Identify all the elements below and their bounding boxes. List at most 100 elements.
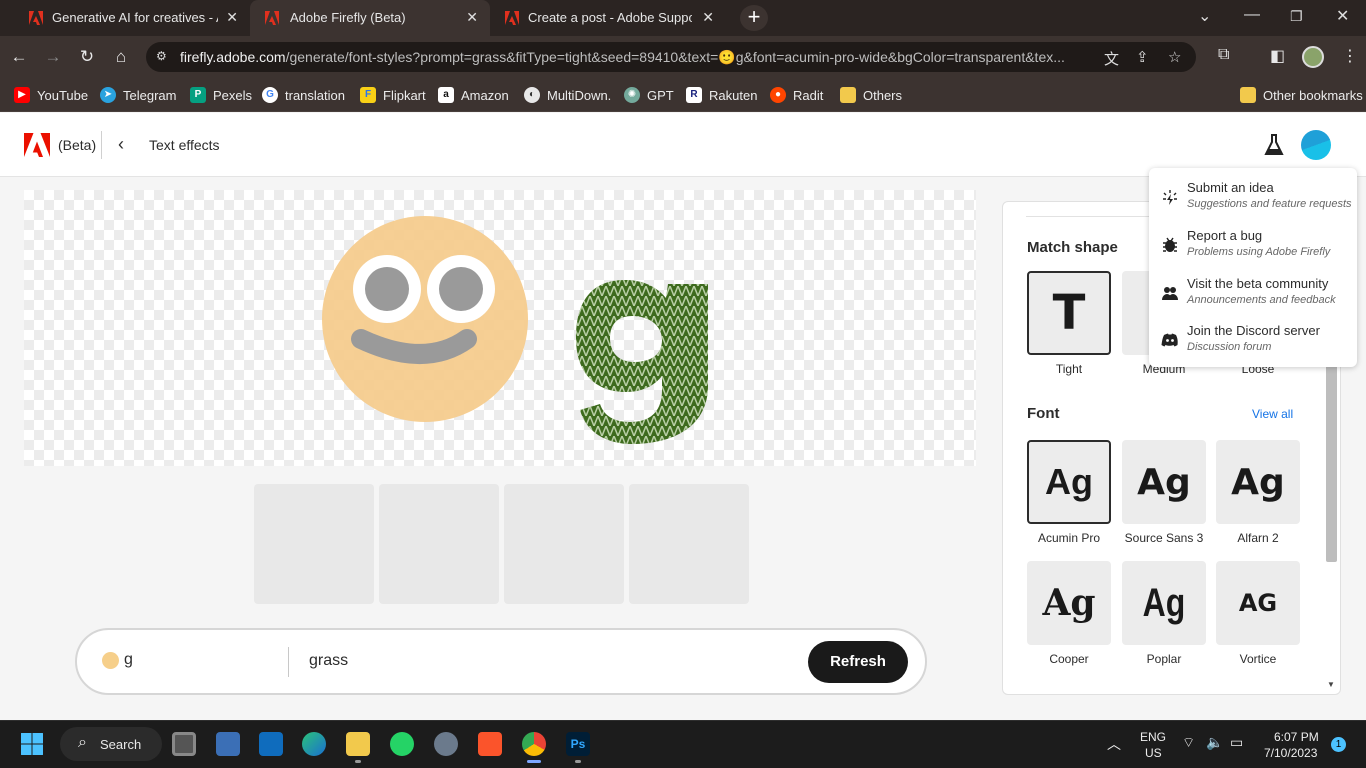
whatsapp-icon[interactable] bbox=[390, 732, 414, 756]
language-top[interactable]: ENG bbox=[1140, 730, 1166, 744]
font-title: Font bbox=[1027, 405, 1060, 422]
menu-item-beta-community[interactable]: Visit the beta community Announcements a… bbox=[1149, 274, 1357, 320]
prompt-input[interactable]: grass bbox=[309, 652, 348, 670]
bookmark-translation[interactable]: Gtranslation bbox=[262, 86, 345, 104]
close-icon[interactable]: ✕ bbox=[466, 9, 478, 26]
page-title[interactable]: Text effects bbox=[149, 137, 220, 153]
bookmark-amazon[interactable]: a Amazon bbox=[438, 86, 509, 104]
minimize-button[interactable]: — bbox=[1244, 6, 1260, 24]
font-poplar-tile[interactable]: Ag bbox=[1122, 561, 1206, 645]
share-icon[interactable]: ⇪ bbox=[1136, 48, 1149, 66]
rakuten-icon: R bbox=[686, 87, 702, 103]
shape-tight-tile[interactable]: T bbox=[1027, 271, 1111, 355]
font-vortice-tile[interactable]: AG bbox=[1216, 561, 1300, 645]
translate-icon[interactable]: 文 bbox=[1104, 48, 1119, 69]
tight-shape-icon: T bbox=[1052, 285, 1086, 341]
back-chevron-icon[interactable]: ‹ bbox=[118, 134, 124, 155]
more-menu-icon[interactable]: ⋮ bbox=[1342, 46, 1358, 66]
brave-icon[interactable] bbox=[478, 732, 502, 756]
bookmark-gpt[interactable]: ✺ GPT bbox=[624, 86, 674, 104]
close-icon[interactable]: ✕ bbox=[702, 9, 714, 26]
clock-date[interactable]: 7/10/2023 bbox=[1264, 746, 1317, 760]
lightbulb-icon bbox=[1163, 190, 1177, 205]
microsoft-store-icon[interactable] bbox=[259, 732, 283, 756]
language-bottom[interactable]: US bbox=[1145, 746, 1162, 760]
amazon-icon: a bbox=[438, 87, 454, 103]
clock-time[interactable]: 6:07 PM bbox=[1274, 730, 1319, 744]
prompt-divider bbox=[288, 647, 289, 677]
task-view-icon[interactable] bbox=[172, 732, 196, 756]
show-hidden-icons[interactable]: ︿ bbox=[1107, 734, 1121, 754]
bookmark-radit[interactable]: ● Radit bbox=[770, 86, 823, 104]
bookmark-youtube[interactable]: ▶ YouTube bbox=[14, 86, 88, 104]
edge-icon[interactable] bbox=[302, 732, 326, 756]
variation-thumbnail[interactable] bbox=[379, 484, 499, 604]
shape-label: Tight bbox=[1055, 362, 1083, 376]
bookmark-others[interactable]: Others bbox=[840, 86, 902, 104]
photoshop-icon[interactable]: Ps bbox=[566, 732, 590, 756]
refresh-button[interactable]: Refresh bbox=[808, 641, 908, 683]
reload-icon[interactable]: ↻ bbox=[76, 46, 98, 68]
restore-button[interactable]: ❐ bbox=[1290, 8, 1303, 25]
bookmark-telegram[interactable]: ➤ Telegram bbox=[100, 86, 176, 104]
menu-item-submit-idea[interactable]: Submit an idea Suggestions and feature r… bbox=[1149, 178, 1357, 224]
file-explorer-icon[interactable] bbox=[346, 732, 370, 756]
tab-search-icon[interactable]: ⌄ bbox=[1198, 6, 1211, 26]
other-bookmarks[interactable]: Other bookmarks bbox=[1240, 86, 1363, 104]
variation-thumbnail[interactable] bbox=[254, 484, 374, 604]
adobe-logo-icon[interactable] bbox=[24, 133, 50, 157]
extensions-icon[interactable]: ⧉ bbox=[1218, 46, 1229, 64]
tab-adobe-firefly[interactable]: Adobe Firefly (Beta) ✕ bbox=[250, 0, 490, 36]
forward-icon[interactable]: → bbox=[42, 46, 64, 68]
menu-item-discord[interactable]: Join the Discord server Discussion forum bbox=[1149, 321, 1357, 367]
widgets-icon[interactable] bbox=[216, 732, 240, 756]
font-label: Acumin Pro bbox=[1037, 531, 1101, 545]
battery-icon[interactable]: ▭ bbox=[1230, 734, 1243, 751]
font-cooper-tile[interactable]: Ag bbox=[1027, 561, 1111, 645]
site-info-icon[interactable]: ⚙ bbox=[156, 49, 172, 65]
sidebar-icon[interactable]: ◧ bbox=[1270, 46, 1285, 66]
font-acumin-pro-tile[interactable]: Ag bbox=[1027, 440, 1111, 524]
profile-avatar[interactable] bbox=[1302, 46, 1324, 68]
bookmark-multidown[interactable]: ◐ MultiDown. bbox=[524, 86, 611, 104]
close-window-button[interactable]: ✕ bbox=[1336, 6, 1349, 26]
flask-icon[interactable] bbox=[1264, 134, 1284, 156]
bookmark-pexels[interactable]: P Pexels bbox=[190, 86, 252, 104]
user-avatar[interactable] bbox=[1301, 130, 1331, 160]
variation-thumbnail[interactable] bbox=[504, 484, 624, 604]
bookmark-rakuten[interactable]: R Rakuten bbox=[686, 86, 757, 104]
variation-thumbnail[interactable] bbox=[629, 484, 749, 604]
beta-label: (Beta) bbox=[58, 137, 97, 153]
bookmark-star-icon[interactable]: ☆ bbox=[1168, 48, 1181, 66]
font-label: Source Sans 3 bbox=[1124, 531, 1204, 545]
openai-icon: ✺ bbox=[624, 87, 640, 103]
text-input[interactable]: g bbox=[102, 651, 133, 669]
new-tab-button[interactable]: + bbox=[740, 5, 768, 31]
bookmark-flipkart[interactable]: F Flipkart bbox=[360, 86, 426, 104]
windows-taskbar bbox=[0, 720, 1366, 768]
scroll-down-icon[interactable]: ▼ bbox=[1327, 680, 1335, 689]
taskbar-search-button[interactable]: ⌕ Search bbox=[60, 727, 162, 761]
back-icon[interactable]: ← bbox=[8, 46, 30, 68]
windows-start-icon[interactable] bbox=[20, 732, 44, 756]
font-source-sans-tile[interactable]: Ag bbox=[1122, 440, 1206, 524]
wifi-icon[interactable]: ⌔ bbox=[1182, 734, 1195, 752]
menu-item-report-bug[interactable]: Report a bug Problems using Adobe Firefl… bbox=[1149, 226, 1357, 272]
font-label: Alfarn 2 bbox=[1237, 531, 1279, 545]
close-icon[interactable]: ✕ bbox=[226, 9, 238, 26]
home-icon[interactable]: ⌂ bbox=[110, 46, 132, 68]
chrome-icon[interactable] bbox=[522, 732, 546, 756]
settings-icon[interactable] bbox=[434, 732, 458, 756]
flipkart-icon: F bbox=[360, 87, 376, 103]
notification-badge[interactable]: 1 bbox=[1331, 737, 1346, 752]
view-all-link[interactable]: View all bbox=[1252, 407, 1293, 421]
volume-icon[interactable]: 🔈 bbox=[1206, 734, 1223, 751]
tab-generative-ai[interactable]: Generative AI for creatives - Ad ✕ bbox=[0, 0, 250, 36]
font-label: Cooper bbox=[1049, 652, 1089, 666]
tab-create-post[interactable]: Create a post - Adobe Support ✕ bbox=[490, 0, 726, 36]
font-alfarn-tile[interactable]: Ag bbox=[1216, 440, 1300, 524]
panel-scrollbar[interactable] bbox=[1326, 362, 1337, 562]
url-path: /generate/font-styles?prompt=grass&fitTy… bbox=[285, 49, 1065, 65]
address-bar[interactable]: ⚙ firefly.adobe.com/generate/font-styles… bbox=[146, 42, 1196, 72]
multidown-icon: ◐ bbox=[524, 87, 540, 103]
